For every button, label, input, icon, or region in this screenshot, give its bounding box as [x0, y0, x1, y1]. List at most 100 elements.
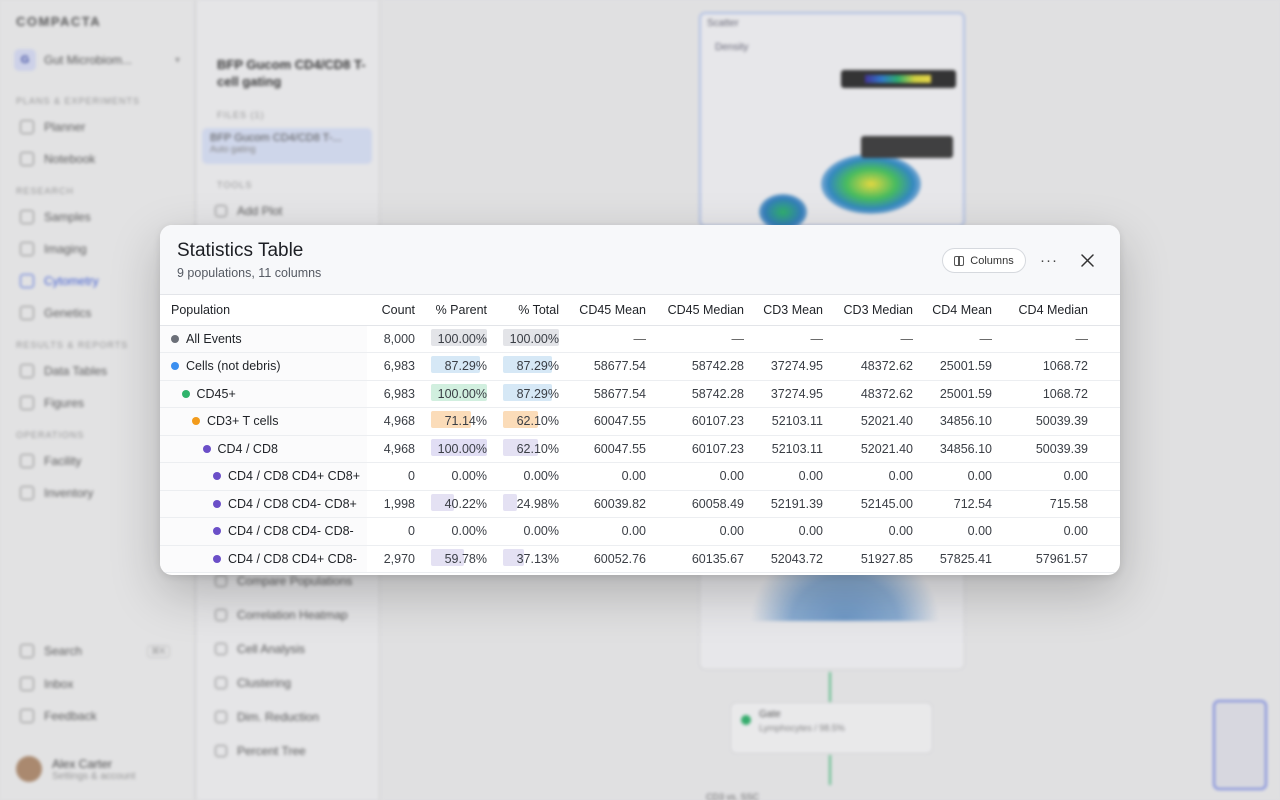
- count-cell: 0: [367, 462, 423, 491]
- table-row[interactable]: CD3+ T cells 4,968 71.14% 62.10% 60047.55 601…: [160, 407, 1120, 436]
- columns-button[interactable]: Columns: [942, 248, 1026, 273]
- statistics-table-scroll[interactable]: Population Count% Parent% Total CD45 Mean C…: [160, 295, 1120, 575]
- col-cd45-median-header[interactable]: CD45 Median: [654, 295, 752, 326]
- col-cd-more-header[interactable]: CD: [1096, 295, 1120, 326]
- col-pct-parent-header[interactable]: % Parent: [423, 295, 495, 326]
- col-cd3-median-header[interactable]: CD3 Median: [831, 295, 921, 326]
- cd45-mean-cell: 60047.55: [567, 407, 654, 436]
- cd4-median-cell: 50039.39: [1000, 435, 1096, 463]
- col-cd4-median-header[interactable]: CD4 Median: [1000, 295, 1096, 326]
- percent-bar: [503, 493, 517, 511]
- cd4-median-cell: 50039.39: [1000, 407, 1096, 436]
- population-color-dot: [181, 389, 190, 398]
- percent-value: 59.78%: [444, 551, 487, 566]
- percent-value: 100.00%: [437, 441, 487, 456]
- percent-value: 0.00%: [523, 524, 559, 539]
- percent-value: 37.13%: [516, 551, 559, 566]
- cd3-median-cell: 51927.85: [831, 545, 921, 573]
- table-row[interactable]: CD4 / CD8 4,968 100.00% 62.10% 60047.55 60107…: [160, 435, 1120, 463]
- columns-button-label: Columns: [970, 254, 1014, 267]
- table-body: All Events8,000100.00%100.00%———————Cell…: [160, 325, 1120, 573]
- cd45-median-cell: 60107.23: [654, 407, 752, 436]
- count-cell: 4,968: [367, 407, 423, 436]
- close-button[interactable]: [1074, 248, 1100, 273]
- cd3-mean-cell: 52191.39: [752, 490, 831, 518]
- population-name: CD3+ T cells: [207, 414, 279, 429]
- cd45-mean-cell: 60039.82: [567, 490, 654, 518]
- pct-total-cell: 62.10%: [495, 435, 567, 463]
- cd3-median-cell: —: [831, 325, 921, 353]
- col-cd4-mean-header[interactable]: CD4 Mean: [921, 295, 1000, 326]
- population-cell: CD4 / CD8: [160, 435, 367, 463]
- pct-parent-cell: 0.00%: [423, 462, 495, 491]
- cd45-mean-cell: —: [567, 325, 654, 353]
- pct-parent-cell: 100.00%: [423, 435, 495, 463]
- cd4-mean-cell: 34856.10: [921, 435, 1000, 463]
- cd3-median-cell: 48372.62: [831, 380, 921, 408]
- col-cd3-mean-header[interactable]: CD3 Mean: [752, 295, 831, 326]
- count-cell: 4,968: [367, 435, 423, 463]
- population-cell: CD45+: [160, 380, 367, 408]
- cd4-median-cell: —: [1000, 325, 1096, 353]
- table-row[interactable]: All Events8,000100.00%100.00%———————: [160, 325, 1120, 353]
- cd-more-cell: 16: [1096, 352, 1120, 381]
- cd4-mean-cell: 0.00: [921, 462, 1000, 491]
- col-pct-total-header[interactable]: % Total: [495, 295, 567, 326]
- population-name: CD4 / CD8 CD4+ CD8+: [228, 469, 360, 484]
- cd3-median-cell: 48372.62: [831, 352, 921, 381]
- col-population-header[interactable]: Population: [160, 295, 367, 326]
- table-row[interactable]: CD4 / CD8 CD4- CD8+ 1,998 40.22% 24.98% 6003…: [160, 490, 1120, 518]
- table-row[interactable]: CD4 / CD8 CD4+ CD8+ 0 0.00% 0.00% 0.00 0.00 0.…: [160, 462, 1120, 491]
- col-count-header[interactable]: Count: [367, 295, 423, 326]
- pct-total-cell: 87.29%: [495, 352, 567, 381]
- population-name: CD4 / CD8 CD4- CD8+: [228, 496, 357, 511]
- table-row[interactable]: CD4 / CD8 CD4+ CD8- 2,970 59.78% 37.13% 6005…: [160, 545, 1120, 573]
- table-row[interactable]: Cells (not debris) 6,983 87.29% 87.29% 58677…: [160, 352, 1120, 381]
- cd4-median-cell: 57961.57: [1000, 545, 1096, 573]
- table-row[interactable]: CD45+ 6,983 100.00% 87.29% 58677.54 58742.28 3…: [160, 380, 1120, 408]
- cd3-median-cell: 52021.40: [831, 435, 921, 463]
- population-cell: Cells (not debris): [160, 352, 367, 381]
- percent-value: 0.00%: [451, 524, 487, 539]
- population-cell: All Events: [160, 325, 367, 353]
- cd4-mean-cell: 0.00: [921, 517, 1000, 546]
- cd45-median-cell: 58742.28: [654, 380, 752, 408]
- cd3-median-cell: 0.00: [831, 462, 921, 491]
- pct-parent-cell: 100.00%: [423, 380, 495, 408]
- percent-value: 87.29%: [516, 386, 559, 401]
- pct-total-cell: 100.00%: [495, 325, 567, 353]
- percent-value: 0.00%: [451, 469, 487, 484]
- pct-total-cell: 87.29%: [495, 380, 567, 408]
- cd45-mean-cell: 60047.55: [567, 435, 654, 463]
- cd3-median-cell: 52145.00: [831, 490, 921, 518]
- pct-parent-cell: 87.29%: [423, 352, 495, 381]
- cd-more-cell: 55: [1096, 490, 1120, 518]
- percent-value: 87.29%: [444, 359, 487, 374]
- cd4-median-cell: 715.58: [1000, 490, 1096, 518]
- population-color-dot: [202, 444, 211, 453]
- population-name: CD4 / CD8 CD4- CD8-: [228, 524, 354, 539]
- pct-parent-cell: 100.00%: [423, 325, 495, 353]
- cd-more-cell: [1096, 517, 1120, 546]
- dialog-subtitle: 9 populations, 11 columns: [177, 266, 322, 280]
- col-cd45-mean-header[interactable]: CD45 Mean: [567, 295, 654, 326]
- percent-value: 100.00%: [509, 331, 559, 346]
- table-header-row: Population Count% Parent% Total CD45 Mean C…: [160, 295, 1120, 326]
- cd-more-cell: [1096, 545, 1120, 573]
- cd45-median-cell: 58742.28: [654, 352, 752, 381]
- cd45-median-cell: 0.00: [654, 462, 752, 491]
- population-color-dot: [171, 362, 179, 371]
- cd45-mean-cell: 58677.54: [567, 380, 654, 408]
- population-color-dot: [213, 499, 221, 508]
- percent-value: 100.00%: [437, 331, 487, 346]
- cd4-median-cell: 0.00: [1000, 462, 1096, 491]
- cd45-mean-cell: 60052.76: [567, 545, 654, 573]
- cd3-mean-cell: 0.00: [752, 462, 831, 491]
- more-options-button[interactable]: ···: [1036, 248, 1062, 273]
- percent-value: 100.00%: [437, 386, 487, 401]
- count-cell: 0: [367, 517, 423, 546]
- pct-parent-cell: 0.00%: [423, 517, 495, 546]
- cd-more-cell: 22: [1096, 407, 1120, 436]
- table-row[interactable]: CD4 / CD8 CD4- CD8- 0 0.00% 0.00% 0.00 0.00 0.…: [160, 517, 1120, 546]
- cd3-mean-cell: 37274.95: [752, 352, 831, 381]
